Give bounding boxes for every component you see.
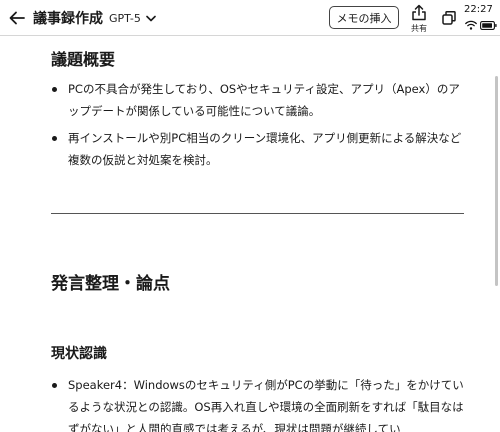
insert-memo-button[interactable]: メモの挿入 — [329, 6, 399, 29]
status-bar: 22:27 — [464, 2, 500, 34]
scrollbar[interactable] — [495, 76, 498, 286]
clock: 22:27 — [464, 4, 493, 15]
battery-icon — [480, 20, 497, 30]
wifi-icon — [465, 20, 477, 30]
list-item: Speaker4：Windowsのセキュリティ側がPCの挙動に「待った」をかけて… — [51, 374, 471, 432]
model-selector[interactable]: GPT-5 — [109, 10, 156, 26]
status-icons — [465, 20, 497, 30]
share-button[interactable]: 共有 — [406, 3, 432, 34]
speech-heading: 発言整理・論点 — [51, 274, 170, 294]
copy-button[interactable] — [441, 10, 457, 26]
list-item: PCの不具合が発生しており、OSやセキュリティ設定、アプリ（Apex）のアップデ… — [51, 78, 471, 122]
topic-heading: 議題概要 — [51, 50, 116, 69]
page-title: 議事録作成 — [33, 11, 103, 27]
model-label: GPT-5 — [109, 11, 141, 25]
app-header: 議事録作成 GPT-5 メモの挿入 共有 22:27 — [0, 0, 500, 36]
section-divider — [51, 213, 464, 214]
status-list: Speaker4：Windowsのセキュリティ側がPCの挙動に「待った」をかけて… — [51, 374, 471, 432]
chevron-down-icon — [146, 15, 156, 21]
share-label: 共有 — [411, 24, 427, 33]
document-content: 議題概要 PCの不具合が発生しており、OSやセキュリティ設定、アプリ（Apex）… — [0, 36, 500, 432]
status-heading: 現状認識 — [51, 346, 107, 362]
screen: 議事録作成 GPT-5 メモの挿入 共有 22:27 議題概要 PCの不具合が発… — [0, 0, 500, 432]
arrow-left-icon — [9, 11, 25, 25]
topic-list: PCの不具合が発生しており、OSやセキュリティ設定、アプリ（Apex）のアップデ… — [51, 78, 471, 171]
list-item: 再インストールや別PC相当のクリーン環境化、アプリ側更新による解決など複数の仮説… — [51, 127, 471, 171]
share-icon — [412, 4, 426, 21]
back-button[interactable] — [4, 4, 30, 32]
copy-icon — [442, 10, 456, 25]
